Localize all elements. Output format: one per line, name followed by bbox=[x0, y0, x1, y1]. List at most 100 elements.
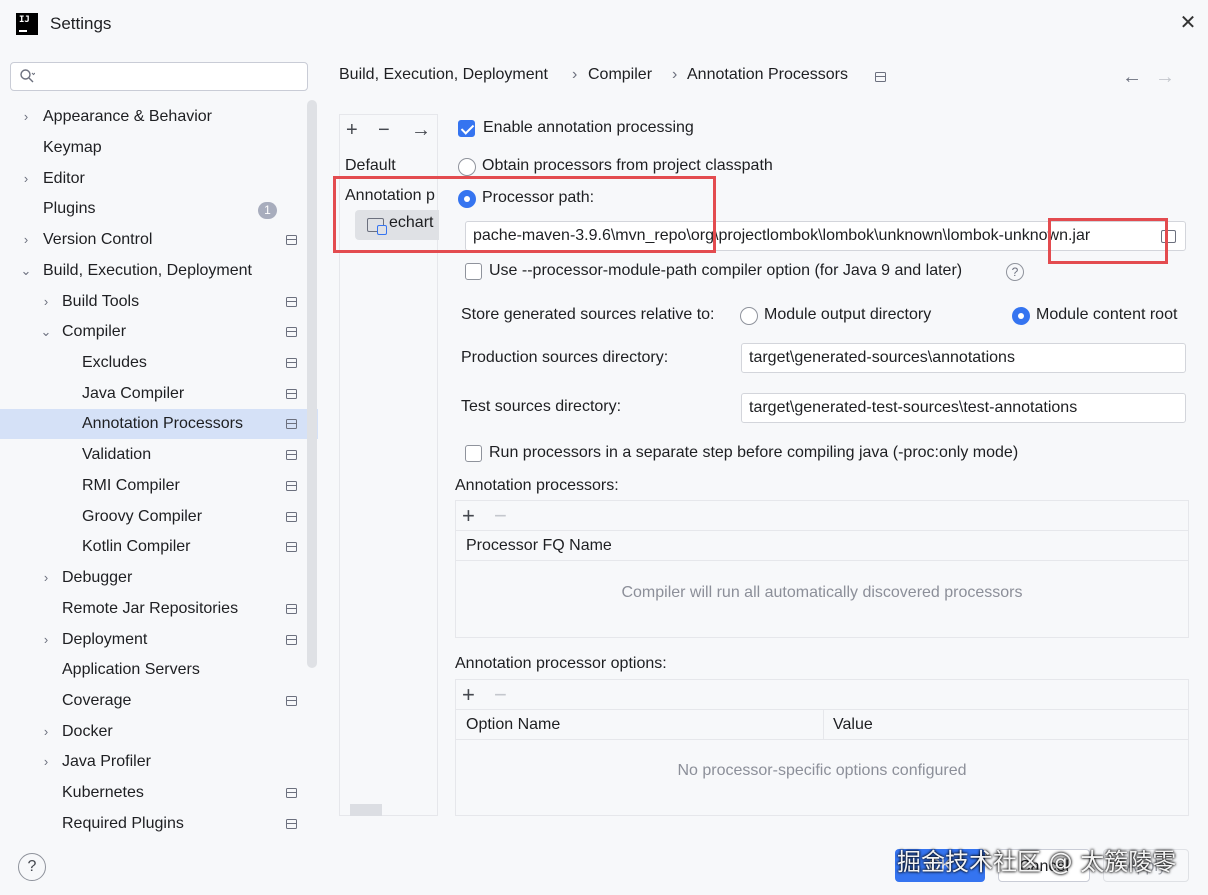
chevron-right-icon[interactable]: › bbox=[19, 102, 33, 132]
chevron-right-icon[interactable]: › bbox=[19, 164, 33, 194]
sidebar-item-validation[interactable]: Validation bbox=[0, 440, 318, 470]
chevron-right-icon[interactable]: › bbox=[39, 563, 53, 593]
obtain-from-classpath-radio[interactable] bbox=[458, 158, 476, 176]
module-output-radio[interactable] bbox=[740, 307, 758, 325]
chevron-right-icon[interactable]: › bbox=[39, 625, 53, 655]
sidebar-item-java-profiler[interactable]: › Java Profiler bbox=[0, 747, 318, 777]
sidebar-item-annotation-processors[interactable]: Annotation Processors bbox=[0, 409, 318, 439]
obtain-from-classpath-label: Obtain processors from project classpath bbox=[482, 157, 773, 174]
sidebar-item-label: Application Servers bbox=[62, 661, 200, 678]
sidebar-item-label: Java Compiler bbox=[82, 385, 185, 402]
forward-arrow-icon[interactable]: → bbox=[1155, 66, 1175, 89]
profile-default[interactable]: Default bbox=[345, 157, 396, 175]
sidebar-item-application-servers[interactable]: Application Servers bbox=[0, 655, 318, 685]
window-title: Settings bbox=[50, 14, 112, 33]
sidebar-item-label: Kubernetes bbox=[62, 784, 144, 801]
project-level-icon bbox=[286, 819, 297, 829]
breadcrumb-separator: › bbox=[672, 66, 678, 83]
sidebar-item-appearance-behavior[interactable]: › Appearance & Behavior bbox=[0, 102, 318, 132]
production-dir-label: Production sources directory: bbox=[461, 349, 669, 366]
help-icon[interactable]: ? bbox=[1006, 263, 1024, 281]
sidebar-scrollbar[interactable] bbox=[307, 100, 317, 668]
column-header[interactable]: Value bbox=[833, 710, 873, 740]
breadcrumb-item[interactable]: Build, Execution, Deployment bbox=[339, 66, 548, 84]
project-level-icon bbox=[286, 481, 297, 491]
project-level-icon bbox=[286, 604, 297, 614]
processor-module-path-checkbox[interactable] bbox=[465, 263, 482, 280]
sidebar-item-label: Appearance & Behavior bbox=[43, 108, 212, 125]
processors-empty-text: Compiler will run all automatically disc… bbox=[621, 584, 1023, 601]
profiles-scrollbar[interactable] bbox=[350, 804, 382, 816]
sidebar-item-label: Groovy Compiler bbox=[82, 508, 203, 525]
help-button[interactable]: ? bbox=[18, 853, 46, 881]
sidebar-item-label: Debugger bbox=[62, 569, 133, 586]
sidebar-item-java-compiler[interactable]: Java Compiler bbox=[0, 379, 318, 409]
title-bar bbox=[0, 0, 1208, 48]
sidebar-item-required-plugins[interactable]: Required Plugins bbox=[0, 809, 318, 839]
project-level-icon bbox=[286, 788, 297, 798]
chevron-right-icon[interactable]: › bbox=[19, 225, 33, 255]
back-arrow-icon[interactable]: ← bbox=[1122, 66, 1142, 89]
sidebar-item-remote-jar-repositories[interactable]: Remote Jar Repositories bbox=[0, 594, 318, 624]
sidebar-item-coverage[interactable]: Coverage bbox=[0, 686, 318, 716]
options-table: + − Option Name Value No processor-speci… bbox=[455, 679, 1189, 816]
processors-section-title: Annotation processors: bbox=[455, 477, 619, 494]
sidebar-item-kubernetes[interactable]: Kubernetes bbox=[0, 778, 318, 808]
settings-search-input[interactable] bbox=[10, 62, 308, 91]
sidebar-item-plugins[interactable]: Plugins 1 bbox=[0, 194, 318, 224]
run-separate-step-checkbox[interactable] bbox=[465, 445, 482, 462]
sidebar-item-groovy-compiler[interactable]: Groovy Compiler bbox=[0, 502, 318, 532]
sidebar-item-keymap[interactable]: Keymap bbox=[0, 133, 318, 163]
sidebar-item-label: Kotlin Compiler bbox=[82, 538, 191, 555]
module-content-radio[interactable] bbox=[1012, 307, 1030, 325]
sidebar-item-deployment[interactable]: › Deployment bbox=[0, 625, 318, 655]
project-level-icon bbox=[286, 297, 297, 307]
enable-annotation-checkbox[interactable] bbox=[458, 120, 475, 137]
processors-table: + − Processor FQ Name Compiler will run … bbox=[455, 500, 1189, 638]
plugins-update-badge: 1 bbox=[258, 202, 277, 219]
options-header: Option Name Value bbox=[456, 710, 1188, 740]
module-content-label: Module content root bbox=[1036, 306, 1178, 323]
sidebar-item-label: Coverage bbox=[62, 692, 132, 709]
sidebar-item-label: Plugins bbox=[43, 200, 96, 217]
project-level-icon bbox=[286, 327, 297, 337]
chevron-right-icon[interactable]: › bbox=[39, 287, 53, 317]
add-processor-button[interactable]: + bbox=[462, 502, 475, 530]
close-icon[interactable]: ✕ bbox=[1176, 10, 1200, 36]
test-dir-input[interactable]: target\generated-test-sources\test-annot… bbox=[741, 393, 1186, 423]
sidebar-item-debugger[interactable]: › Debugger bbox=[0, 563, 318, 593]
sidebar-item-label: Build Tools bbox=[62, 293, 140, 310]
sidebar-item-label: Required Plugins bbox=[62, 815, 184, 832]
sidebar-item-kotlin-compiler[interactable]: Kotlin Compiler bbox=[0, 532, 318, 562]
project-level-icon bbox=[286, 696, 297, 706]
remove-profile-button[interactable]: − bbox=[378, 119, 390, 142]
column-header[interactable]: Processor FQ Name bbox=[466, 531, 612, 561]
production-dir-input[interactable]: target\generated-sources\annotations bbox=[741, 343, 1186, 373]
module-output-label: Module output directory bbox=[764, 306, 932, 323]
add-option-button[interactable]: + bbox=[462, 681, 475, 709]
remove-processor-button[interactable]: − bbox=[494, 502, 507, 530]
sidebar-item-label: Build, Execution, Deployment bbox=[43, 262, 252, 279]
chevron-right-icon[interactable]: › bbox=[39, 747, 53, 777]
sidebar-item-rmi-compiler[interactable]: RMI Compiler bbox=[0, 471, 318, 501]
column-header[interactable]: Option Name bbox=[466, 710, 560, 740]
sidebar-item-build-tools[interactable]: › Build Tools bbox=[0, 287, 318, 317]
sidebar-item-label: Remote Jar Repositories bbox=[62, 600, 239, 617]
project-level-icon bbox=[286, 358, 297, 368]
store-generated-label: Store generated sources relative to: bbox=[461, 306, 715, 323]
sidebar-item-excludes[interactable]: Excludes bbox=[0, 348, 318, 378]
sidebar-item-editor[interactable]: › Editor bbox=[0, 164, 318, 194]
sidebar-item-version-control[interactable]: › Version Control bbox=[0, 225, 318, 255]
sidebar-item-docker[interactable]: › Docker bbox=[0, 717, 318, 747]
remove-option-button[interactable]: − bbox=[494, 681, 507, 709]
processors-toolbar: + − bbox=[456, 501, 1188, 531]
chevron-down-icon[interactable]: ⌄ bbox=[19, 256, 33, 286]
sidebar-item-build-execution-deployment[interactable]: ⌄ Build, Execution, Deployment bbox=[0, 256, 318, 286]
chevron-down-icon[interactable]: ⌄ bbox=[39, 317, 53, 347]
add-profile-button[interactable]: + bbox=[346, 119, 358, 142]
move-to-profile-button[interactable]: → bbox=[411, 119, 431, 142]
chevron-right-icon[interactable]: › bbox=[39, 717, 53, 747]
breadcrumb-item[interactable]: Compiler bbox=[588, 66, 652, 84]
options-section-title: Annotation processor options: bbox=[455, 655, 667, 672]
sidebar-item-compiler[interactable]: ⌄ Compiler bbox=[0, 317, 318, 347]
